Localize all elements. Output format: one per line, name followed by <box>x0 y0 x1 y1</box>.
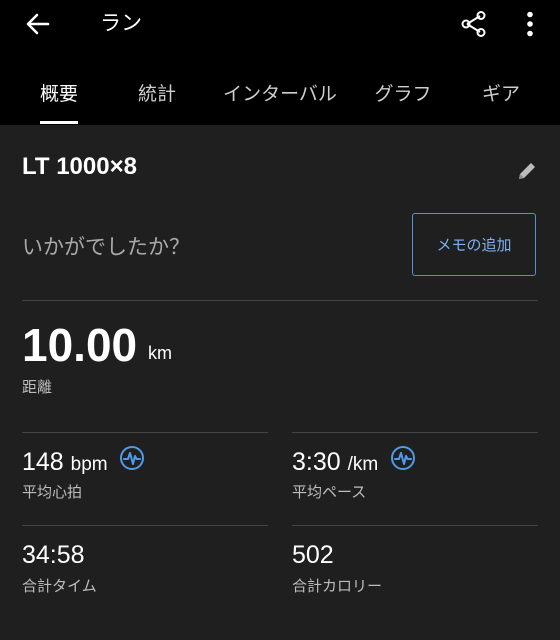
tab-bar: 概要 統計 インターバル グラフ ギア <box>0 76 560 125</box>
more-vertical-icon <box>527 11 533 37</box>
more-options-button[interactable] <box>512 6 548 42</box>
total-calories-label: 合計カロリー <box>292 577 383 595</box>
divider <box>292 525 538 526</box>
feedback-prompt: いかがでしたか？ <box>22 235 190 259</box>
divider <box>292 432 538 433</box>
active-tab-indicator <box>40 121 78 124</box>
page-title: ラン <box>100 11 142 35</box>
avg-heart-rate-value: 148 bpm <box>22 446 108 481</box>
share-button[interactable] <box>456 6 492 42</box>
tab-graph[interactable]: グラフ <box>366 76 440 125</box>
edit-name-button[interactable] <box>512 156 542 186</box>
tab-gear[interactable]: ギア <box>470 76 532 125</box>
heart-rate-chart-icon[interactable] <box>119 445 145 471</box>
arrow-left-icon <box>26 13 50 35</box>
pencil-icon <box>519 163 535 179</box>
add-memo-button[interactable]: メモの追加 <box>412 213 536 276</box>
distance-label: 距離 <box>22 378 53 396</box>
tab-overview[interactable]: 概要 <box>28 76 90 125</box>
avg-pace-number: 3:30 <box>292 448 341 476</box>
app-bar: ラン 概要 統計 インターバル グラフ ギア <box>0 0 560 125</box>
avg-pace-value: 3:30 /km <box>292 446 378 481</box>
avg-heart-rate-number: 148 <box>22 448 64 476</box>
total-time-label: 合計タイム <box>22 577 97 595</box>
divider <box>22 300 538 301</box>
distance-value: 10.00 <box>22 319 138 371</box>
tab-stats[interactable]: 統計 <box>126 76 188 125</box>
avg-heart-rate-label: 平均心拍 <box>22 483 83 501</box>
avg-heart-rate-unit: bpm <box>70 454 108 475</box>
activity-name: LT 1000×8 <box>22 153 137 180</box>
total-time-value: 34:58 <box>22 541 85 569</box>
pace-chart-icon[interactable] <box>390 445 416 471</box>
tab-intervals[interactable]: インターバル <box>216 76 344 125</box>
total-calories-value: 502 <box>292 541 334 569</box>
divider <box>22 525 268 526</box>
back-button[interactable] <box>20 6 56 42</box>
divider <box>22 432 268 433</box>
avg-pace-unit: /km <box>347 454 379 475</box>
distance-unit: km <box>148 343 172 363</box>
avg-pace-label: 平均ペース <box>292 483 367 501</box>
share-icon <box>461 11 486 37</box>
